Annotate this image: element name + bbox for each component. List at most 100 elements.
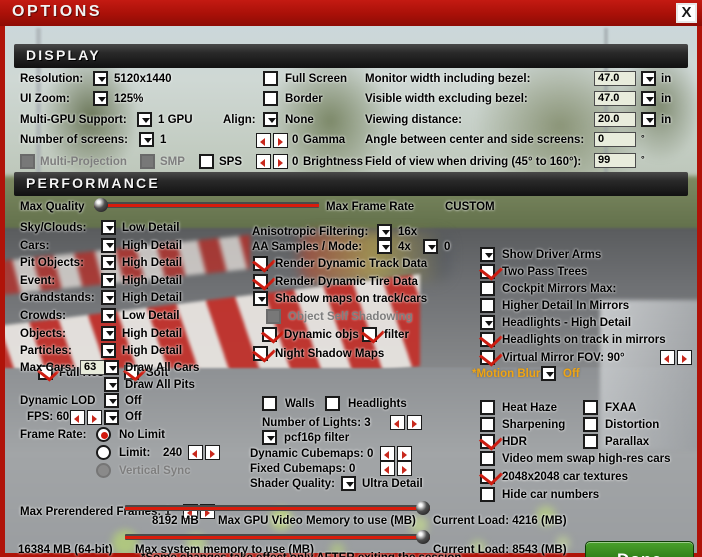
detail-row-label: Particles: xyxy=(20,345,72,358)
fixed-cubemaps-label: Fixed Cubemaps: 0 xyxy=(250,463,356,475)
viewing-distance-field[interactable]: 20.0 xyxy=(594,112,636,127)
detail-row-dropdown[interactable] xyxy=(101,325,116,341)
monitor-width-unit-dropdown[interactable] xyxy=(641,71,656,86)
dynamic-lod-dropdown[interactable] xyxy=(104,393,119,408)
multi-projection-checkbox xyxy=(20,154,35,169)
screens-dropdown[interactable] xyxy=(139,132,154,147)
resolution-dropdown[interactable] xyxy=(93,71,108,86)
heat-haze-checkbox[interactable] xyxy=(480,400,495,415)
multi-gpu-label: Multi-GPU Support: xyxy=(20,114,127,126)
sharpening-checkbox[interactable] xyxy=(480,417,495,432)
hdr-checkbox[interactable] xyxy=(480,434,495,449)
aa-mode-dropdown[interactable] xyxy=(423,239,438,254)
sps-checkbox[interactable] xyxy=(199,154,214,169)
dynamic-cubemaps-stepper[interactable] xyxy=(380,446,412,461)
hide-car-numbers-checkbox[interactable] xyxy=(480,487,495,502)
parallax-checkbox[interactable] xyxy=(583,434,598,449)
gamma-stepper[interactable] xyxy=(256,133,288,148)
night-shadow-maps-checkbox[interactable] xyxy=(253,346,268,361)
virtual-mirror-checkbox[interactable] xyxy=(480,350,495,365)
sharpening-label: Sharpening xyxy=(502,419,566,431)
motion-blur-dropdown[interactable] xyxy=(541,366,556,381)
detail-row-dropdown[interactable] xyxy=(101,255,116,271)
headlights-in-mirrors-label: Headlights on track in mirrors xyxy=(502,334,666,346)
fov-field[interactable]: 99 xyxy=(594,153,636,168)
full-screen-checkbox[interactable] xyxy=(263,71,278,86)
distortion-checkbox[interactable] xyxy=(583,417,598,432)
virtual-mirror-fov-stepper[interactable] xyxy=(660,350,692,365)
viewing-distance-label: Viewing distance: xyxy=(365,114,462,126)
ui-zoom-dropdown[interactable] xyxy=(93,91,108,106)
draw-all-cars-dropdown[interactable] xyxy=(104,360,119,375)
align-dropdown[interactable] xyxy=(263,112,278,127)
car-textures-checkbox[interactable] xyxy=(480,469,495,484)
parallax-label: Parallax xyxy=(605,436,650,448)
shader-quality-dropdown[interactable] xyxy=(341,476,356,491)
shadow-maps-dropdown[interactable] xyxy=(253,291,268,306)
walls-checkbox[interactable] xyxy=(262,396,277,411)
virtual-mirror-label: Virtual Mirror FOV: 90° xyxy=(502,352,625,364)
screen-angle-field[interactable]: 0 xyxy=(594,132,636,147)
system-memory-slider[interactable] xyxy=(125,530,430,544)
show-driver-arms-dropdown[interactable] xyxy=(480,247,495,262)
headlights-in-mirrors-checkbox[interactable] xyxy=(480,332,495,347)
detail-row-label: Objects: xyxy=(20,327,67,340)
vertical-sync-label: Vertical Sync xyxy=(119,465,191,477)
higher-detail-mirrors-checkbox[interactable] xyxy=(480,298,495,313)
dynamic-objs-filter-checkbox[interactable] xyxy=(362,327,377,342)
close-icon[interactable]: X xyxy=(676,3,697,23)
headlights-checkbox[interactable] xyxy=(325,396,340,411)
monitor-width-field[interactable]: 47.0 xyxy=(594,71,636,86)
max-quality-slider[interactable] xyxy=(94,198,319,212)
visible-width-unit-dropdown[interactable] xyxy=(641,91,656,106)
render-dynamic-tire-data-checkbox[interactable] xyxy=(253,274,268,289)
higher-detail-mirrors-label: Higher Detail In Mirrors xyxy=(502,300,630,312)
fps-dropdown[interactable] xyxy=(104,410,119,425)
detail-row-dropdown[interactable] xyxy=(101,343,116,359)
cockpit-mirrors-checkbox[interactable] xyxy=(480,281,495,296)
align-label: Align: xyxy=(223,114,256,126)
detail-row-label: Grandstands: xyxy=(20,292,95,305)
number-of-lights-stepper[interactable] xyxy=(390,415,422,430)
multi-gpu-dropdown[interactable] xyxy=(137,112,152,127)
fxaa-label: FXAA xyxy=(605,402,637,414)
detail-row-dropdown[interactable] xyxy=(101,272,116,288)
viewing-distance-unit-dropdown[interactable] xyxy=(641,112,656,127)
render-dynamic-track-data-checkbox[interactable] xyxy=(253,256,268,271)
aa-samples-dropdown[interactable] xyxy=(377,239,392,254)
dynamic-lod-label: Dynamic LOD xyxy=(20,395,96,407)
frame-rate-limit-radio[interactable] xyxy=(96,445,111,460)
hide-car-numbers-label: Hide car numbers xyxy=(502,489,600,501)
pcf16p-filter-dropdown[interactable] xyxy=(262,430,277,445)
gpu-memory-label: Max GPU Video Memory to use (MB) xyxy=(218,515,416,527)
fxaa-checkbox[interactable] xyxy=(583,400,598,415)
detail-row-label: Pit Objects: xyxy=(20,257,84,270)
anisotropic-dropdown[interactable] xyxy=(377,224,392,239)
detail-row-value: High Detail xyxy=(122,257,183,270)
page-title: OPTIONS xyxy=(12,3,103,20)
brightness-stepper[interactable] xyxy=(256,154,288,169)
dynamic-objs-checkbox[interactable] xyxy=(262,327,277,342)
max-quality-label: Max Quality xyxy=(20,201,85,213)
screens-value: 1 xyxy=(160,134,167,146)
limit-value: 240 xyxy=(163,447,183,459)
frame-rate-no-limit-radio[interactable] xyxy=(96,427,111,442)
headlights-high-detail-dropdown[interactable] xyxy=(480,315,495,330)
detail-row-value: High Detail xyxy=(122,345,183,358)
limit-stepper[interactable] xyxy=(188,445,220,460)
done-button[interactable]: Done xyxy=(585,541,694,557)
video-mem-swap-checkbox[interactable] xyxy=(480,451,495,466)
gpu-memory-slider[interactable] xyxy=(125,501,430,515)
draw-all-pits-dropdown[interactable] xyxy=(104,377,119,392)
fps-stepper[interactable] xyxy=(70,410,102,425)
border-checkbox[interactable] xyxy=(263,91,278,106)
detail-row-dropdown[interactable] xyxy=(101,290,116,306)
shader-quality-label: Shader Quality: xyxy=(250,478,335,490)
anisotropic-label: Anisotropic Filtering: xyxy=(252,226,369,238)
detail-row-dropdown[interactable] xyxy=(101,237,116,253)
visible-width-field[interactable]: 47.0 xyxy=(594,91,636,106)
two-pass-trees-checkbox[interactable] xyxy=(480,264,495,279)
fixed-cubemaps-stepper[interactable] xyxy=(380,461,412,476)
detail-row-dropdown[interactable] xyxy=(101,308,116,323)
detail-row-dropdown[interactable] xyxy=(101,220,116,235)
